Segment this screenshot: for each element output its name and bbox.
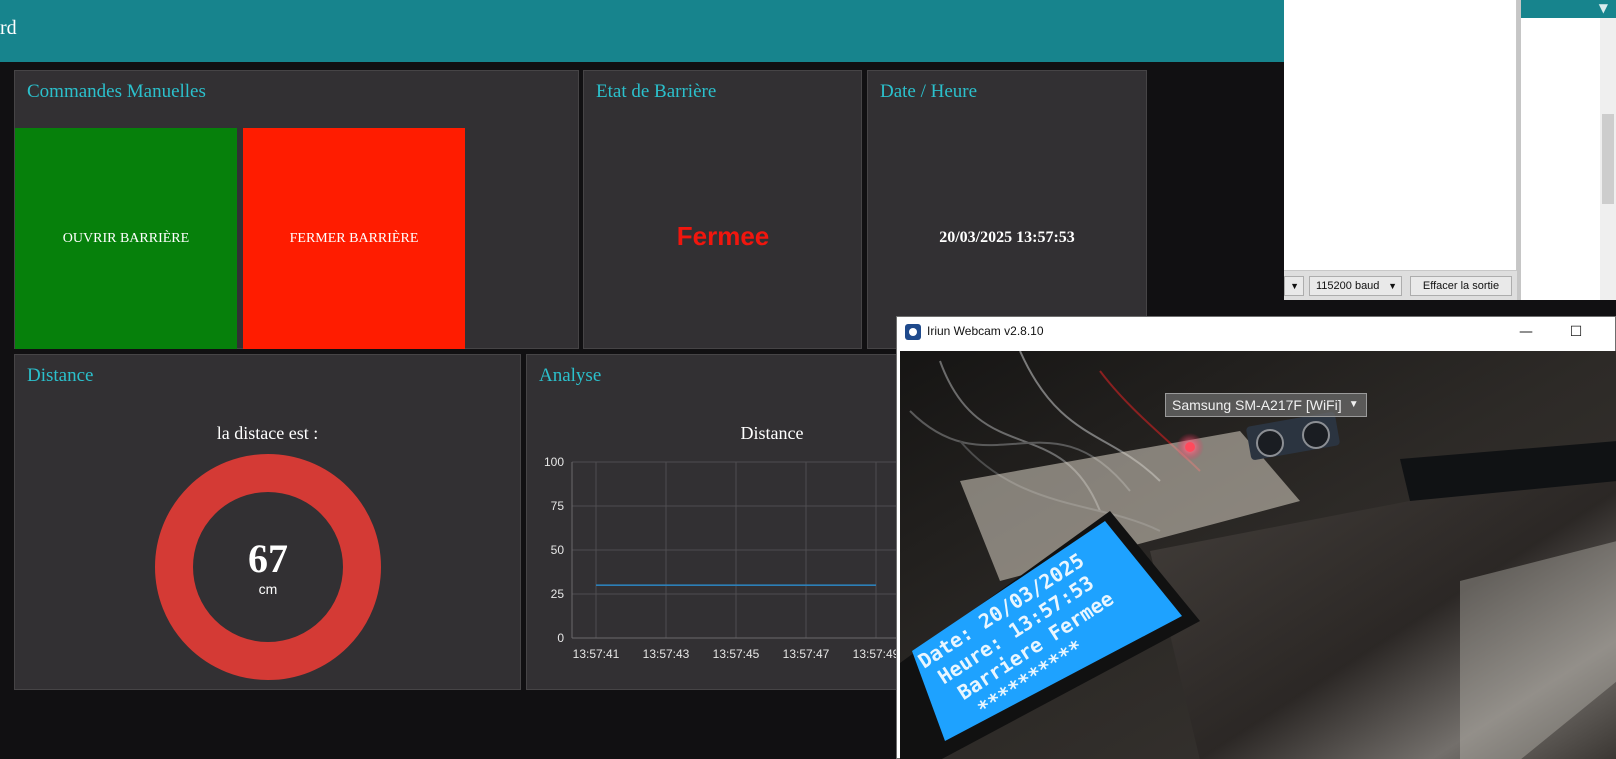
- close-icon[interactable]: ✕: [1609, 319, 1616, 345]
- webcam-window-title: Iriun Webcam v2.8.10: [927, 324, 1044, 338]
- webcam-app-icon: [905, 324, 921, 340]
- baud-rate-select[interactable]: 115200 baud ▼: [1309, 276, 1402, 296]
- baud-rate-value: 115200 baud: [1316, 280, 1380, 292]
- chevron-down-icon: ▼: [1348, 399, 1359, 410]
- webcam-feed: Date: 20/03/2025 Heure: 13:57:53 Barrier…: [900, 351, 1616, 759]
- screen: rd Commandes Manuelles OUVRIR BARRIÈRE F…: [0, 0, 1616, 759]
- side-header: ▼: [1521, 0, 1616, 18]
- datetime-title: Date / Heure: [880, 81, 978, 102]
- scrollbar-thumb[interactable]: [1602, 114, 1614, 204]
- device-select-value: Samsung SM-A217F [WiFi]: [1172, 397, 1342, 413]
- chevron-down-icon[interactable]: ▼: [1599, 1, 1608, 15]
- serial-monitor-window: ▼ ▼ 115200 baud ▼ Effacer la sortie: [1284, 0, 1616, 300]
- datetime-panel: Date / Heure 20/03/2025 13:57:53: [867, 70, 1147, 349]
- y-tick-label: 100: [544, 455, 564, 469]
- x-tick-label: 13:57:45: [713, 647, 760, 661]
- y-tick-label: 50: [551, 543, 565, 557]
- serial-output: [1284, 0, 1517, 271]
- open-barrier-button[interactable]: OUVRIR BARRIÈRE: [15, 128, 237, 349]
- x-tick-label: 13:57:47: [783, 647, 830, 661]
- line-ending-select[interactable]: ▼: [1284, 276, 1304, 296]
- y-tick-label: 25: [551, 587, 565, 601]
- gauge-value: 67: [248, 536, 288, 581]
- gauge-label: la distace est :: [216, 423, 319, 443]
- commandes-title: Commandes Manuelles: [27, 81, 206, 102]
- x-tick-label: 13:57:49: [853, 647, 900, 661]
- distance-panel: Distance la distace est : 67 cm: [14, 354, 521, 690]
- gauge-unit: cm: [258, 581, 278, 597]
- x-tick-label: 13:57:43: [643, 647, 690, 661]
- analyse-panel: Analyse Distance 0 25 50 75 100 13:57:41 13:57…: [526, 354, 908, 690]
- webcam-window: Iriun Webcam v2.8.10 — ☐ ✕: [896, 316, 1616, 759]
- etat-panel: Etat de Barrière Fermee: [583, 70, 862, 349]
- device-select[interactable]: Samsung SM-A217F [WiFi] ▼: [1165, 393, 1367, 417]
- webcam-titlebar[interactable]: Iriun Webcam v2.8.10 — ☐ ✕: [897, 317, 1615, 347]
- y-tick-label: 75: [551, 499, 565, 513]
- commandes-panel: Commandes Manuelles OUVRIR BARRIÈRE FERM…: [14, 70, 579, 349]
- minimize-icon[interactable]: —: [1511, 319, 1541, 345]
- y-tick-label: 0: [557, 631, 564, 645]
- chevron-down-icon: ▼: [1290, 281, 1299, 291]
- scrollbar[interactable]: [1600, 18, 1616, 300]
- close-barrier-button[interactable]: FERMER BARRIÈRE: [243, 128, 465, 349]
- distance-title: Distance: [27, 365, 94, 386]
- chevron-down-icon: ▼: [1388, 281, 1397, 291]
- clear-output-button[interactable]: Effacer la sortie: [1410, 276, 1512, 296]
- datetime-value: 20/03/2025 13:57:53: [939, 229, 1075, 246]
- distance-line-chart: 0 25 50 75 100 13:57:41 13:57:43 13:57:45 13:57:…: [544, 455, 907, 661]
- analyse-title: Analyse: [539, 365, 602, 386]
- dashboard-header: rd: [0, 0, 1284, 62]
- maximize-icon[interactable]: ☐: [1561, 319, 1591, 345]
- etat-title: Etat de Barrière: [596, 81, 717, 102]
- dashboard-title: rd: [0, 17, 17, 39]
- barrier-state-value: Fermee: [676, 221, 770, 251]
- x-tick-label: 13:57:41: [573, 647, 620, 661]
